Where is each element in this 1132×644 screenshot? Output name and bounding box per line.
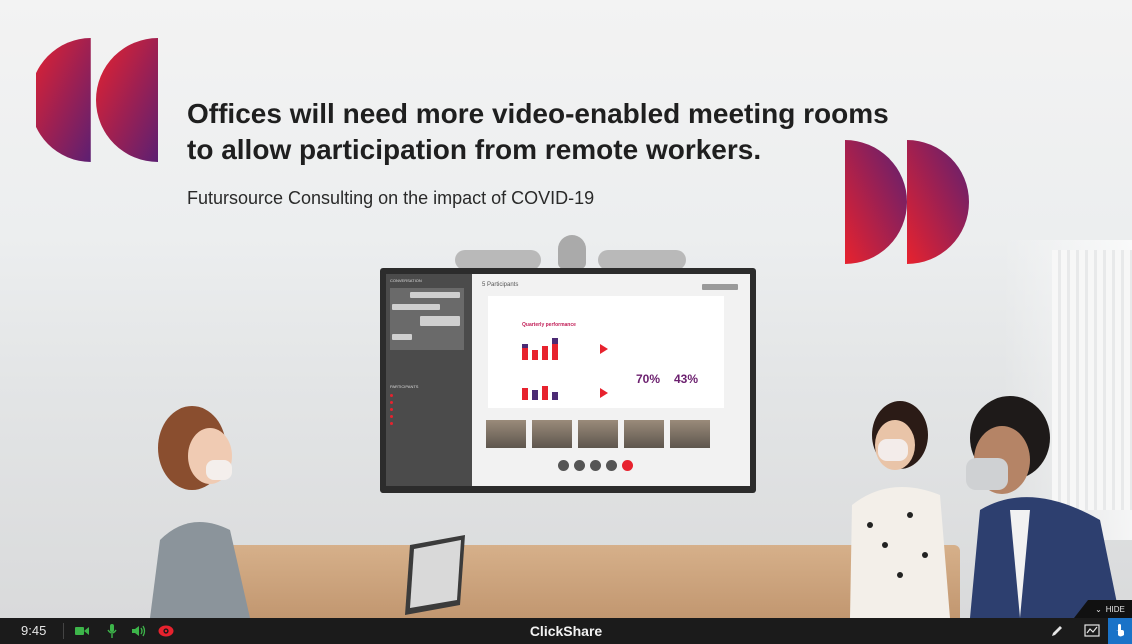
- chevron-down-icon: ⌄: [1095, 604, 1102, 614]
- kpi-secondary: 43%: [674, 372, 699, 386]
- video-thumbnails: [486, 420, 710, 448]
- soundbar-right: [598, 250, 686, 270]
- whiteboard-icon[interactable]: [1082, 621, 1102, 641]
- doc-title: Quarterly performance: [522, 322, 576, 328]
- hide-label: HIDE: [1105, 604, 1125, 614]
- participants-label: PARTICIPANTS: [390, 384, 419, 389]
- participants-count: 5 Participants: [482, 282, 519, 288]
- person-center-right: [850, 401, 950, 618]
- hide-toggle[interactable]: ⌄ HIDE: [1074, 600, 1132, 618]
- participant-list: [390, 392, 468, 427]
- closing-quote-mark: [845, 140, 969, 264]
- chat-panel: [390, 288, 464, 350]
- touch-icon[interactable]: [1108, 618, 1132, 644]
- brand-name: ClickShare: [529, 623, 603, 639]
- shared-document: Quarterly performance 70% 43%: [488, 296, 724, 408]
- display-screen: CONVERSATION PARTICIPANTS 5 Participants…: [386, 274, 750, 486]
- laptop-left: [405, 535, 465, 615]
- conversation-label: CONVERSATION: [390, 278, 422, 283]
- conference-camera: [558, 235, 586, 269]
- meeting-sidebar: CONVERSATION PARTICIPANTS: [386, 274, 472, 486]
- call-controls: [558, 460, 633, 471]
- meeting-main-pane: 5 Participants Quarterly performance 70%…: [478, 274, 750, 486]
- presentation-slide: Offices will need more video-enabled mee…: [0, 0, 1132, 618]
- pen-icon[interactable]: [1047, 621, 1067, 641]
- opening-quote-mark: [36, 38, 158, 162]
- clickshare-taskbar: 9:45 ClickShare: [0, 618, 1132, 644]
- soundbar-left: [455, 250, 541, 270]
- person-right: [966, 396, 1120, 618]
- share-button: [702, 284, 738, 290]
- kpi-primary: 70%: [636, 372, 661, 386]
- wall-display: CONVERSATION PARTICIPANTS 5 Participants…: [380, 268, 756, 493]
- person-left: [150, 406, 250, 618]
- attribution: Futursource Consulting on the impact of …: [187, 188, 595, 208]
